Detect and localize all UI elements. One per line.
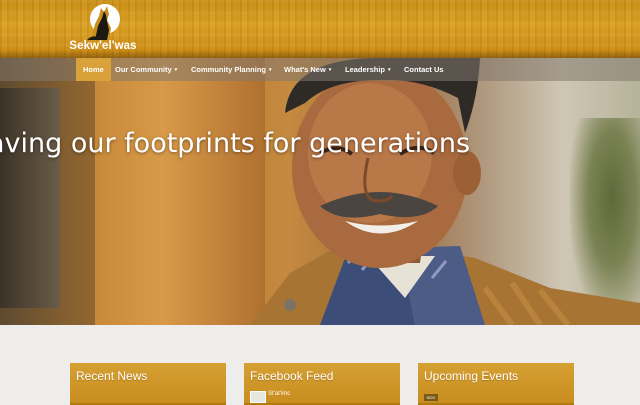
facebook-page-name: St'at'imc <box>268 391 291 397</box>
hero-headline: aving our footprints for generations <box>0 128 471 159</box>
upcoming-events-widget: Upcoming Events NOV <box>418 363 574 405</box>
nav-item-our-community[interactable]: Our Community ▾ <box>115 58 177 81</box>
nav-item-community-planning[interactable]: Community Planning ▾ <box>191 58 272 81</box>
recent-news-widget: Recent News <box>70 363 226 405</box>
recent-news-title: Recent News <box>76 369 148 383</box>
chevron-down-icon: ▾ <box>388 67 391 73</box>
content-area: Recent News Facebook Feed St'at'imc Upco… <box>0 325 640 405</box>
nav-item-whats-new[interactable]: What's New ▾ <box>284 58 331 81</box>
nav-item-home[interactable]: Home <box>76 58 111 81</box>
hero-banner: aving our footprints for generations <box>0 58 640 325</box>
facebook-feed-title: Facebook Feed <box>250 369 334 383</box>
nav-item-leadership[interactable]: Leadership ▾ <box>345 58 391 81</box>
site-header: Sekw'el'was <box>0 0 640 58</box>
hero-window <box>0 88 60 308</box>
hero-person-image <box>250 58 640 325</box>
main-nav: Home Our Community ▾ Community Planning ▾ … <box>0 58 640 81</box>
nav-item-contact-us[interactable]: Contact Us <box>404 58 444 81</box>
chevron-down-icon: ▾ <box>269 67 272 73</box>
wolf-moon-logo-icon <box>87 4 120 40</box>
facebook-page-avatar <box>250 391 266 403</box>
chevron-down-icon: ▾ <box>328 67 332 73</box>
site-name: Sekw'el'was <box>69 40 137 52</box>
hero-wood-wall <box>95 58 265 325</box>
facebook-feed-widget: Facebook Feed St'at'imc <box>244 363 400 405</box>
upcoming-events-title: Upcoming Events <box>424 369 519 383</box>
site-logo[interactable]: Sekw'el'was <box>66 2 140 54</box>
chevron-down-icon: ▾ <box>174 67 178 73</box>
